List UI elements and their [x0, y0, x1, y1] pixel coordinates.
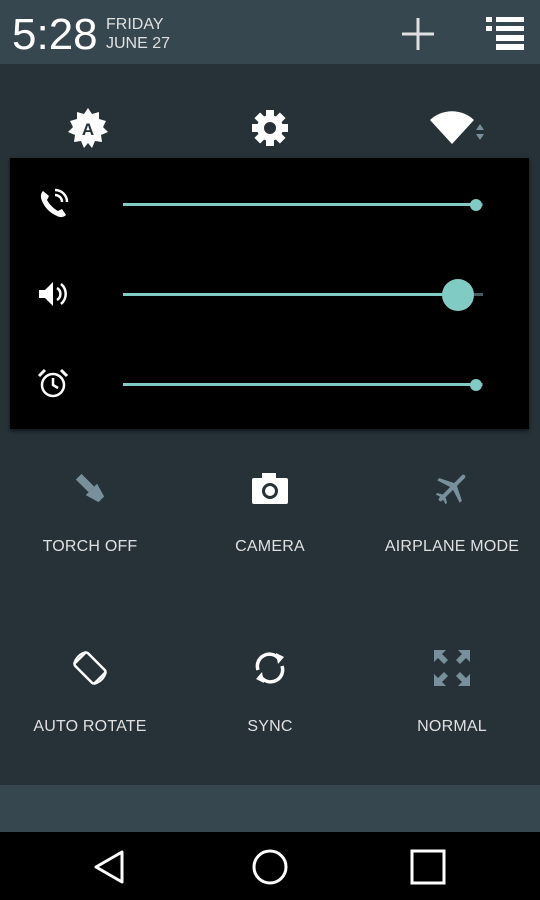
settings-gear-icon — [252, 110, 288, 146]
navigation-bar — [0, 832, 540, 900]
status-header: 5:28 FRIDAY JUNE 27 — [0, 0, 540, 64]
ringtone-slider-fill — [123, 203, 476, 206]
alarm-clock-icon — [37, 368, 69, 398]
tile-camera[interactable]: CAMERA — [180, 468, 360, 588]
phone-ringing-icon — [40, 188, 69, 218]
rotate-icon — [73, 651, 107, 685]
media-slider-thumb[interactable] — [442, 278, 474, 311]
tile-label: CAMERA — [235, 538, 305, 555]
flashlight-icon — [75, 473, 105, 503]
add-button[interactable] — [396, 12, 440, 56]
alarm-volume-button[interactable] — [36, 367, 70, 401]
camera-icon — [252, 473, 288, 504]
back-button[interactable] — [84, 842, 134, 892]
ringtone-slider[interactable] — [123, 198, 483, 211]
tile-sync[interactable]: SYNC — [180, 648, 360, 768]
alarm-slider-thumb[interactable] — [470, 378, 482, 391]
tile-normal[interactable]: NORMAL — [362, 648, 540, 768]
day-label: FRIDAY — [106, 16, 164, 33]
quick-icons-row: A — [0, 64, 540, 158]
svg-text:A: A — [82, 120, 94, 139]
home-button[interactable] — [245, 842, 295, 892]
tile-label: NORMAL — [417, 718, 487, 735]
expand-arrows-icon — [434, 650, 470, 686]
notification-list-icon — [486, 17, 524, 50]
back-triangle-icon — [94, 850, 124, 884]
media-slider[interactable] — [123, 278, 483, 311]
volume-panel — [10, 158, 529, 429]
ringtone-slider-thumb[interactable] — [470, 198, 482, 211]
alarm-slider[interactable] — [123, 378, 483, 391]
date-display[interactable]: FRIDAY JUNE 27 — [106, 15, 170, 53]
sync-icon — [255, 652, 285, 684]
date-label: JUNE 27 — [106, 35, 171, 52]
settings-button[interactable] — [250, 108, 290, 148]
plus-icon — [402, 18, 434, 50]
ringtone-volume-row — [10, 173, 529, 233]
wifi-signal-icon — [430, 111, 484, 144]
media-volume-row — [10, 263, 529, 323]
recents-square-icon — [410, 849, 446, 885]
clock-time[interactable]: 5:28 — [12, 10, 98, 60]
media-slider-fill — [123, 293, 458, 296]
alarm-volume-row — [10, 353, 529, 413]
tile-airplane-mode[interactable]: AIRPLANE MODE — [362, 468, 540, 588]
tile-auto-rotate[interactable]: AUTO ROTATE — [0, 648, 180, 768]
tile-label: AIRPLANE MODE — [384, 538, 520, 555]
wifi-button[interactable] — [428, 108, 488, 148]
ringtone-volume-button[interactable] — [36, 187, 70, 221]
home-circle-icon — [252, 849, 288, 885]
tile-label: SYNC — [247, 718, 293, 735]
media-volume-button[interactable] — [36, 277, 70, 311]
auto-brightness-button[interactable]: A — [66, 106, 110, 150]
tile-torch[interactable]: TORCH OFF — [0, 468, 180, 588]
tile-label: AUTO ROTATE — [33, 718, 147, 735]
airplane-icon — [435, 474, 466, 505]
recents-button[interactable] — [403, 842, 453, 892]
tile-label: TORCH OFF — [42, 538, 138, 555]
auto-brightness-icon: A — [68, 108, 108, 148]
notification-list-button[interactable] — [482, 12, 526, 56]
notification-area — [0, 785, 540, 832]
speaker-volume-icon — [39, 282, 67, 306]
alarm-slider-fill — [123, 383, 476, 386]
